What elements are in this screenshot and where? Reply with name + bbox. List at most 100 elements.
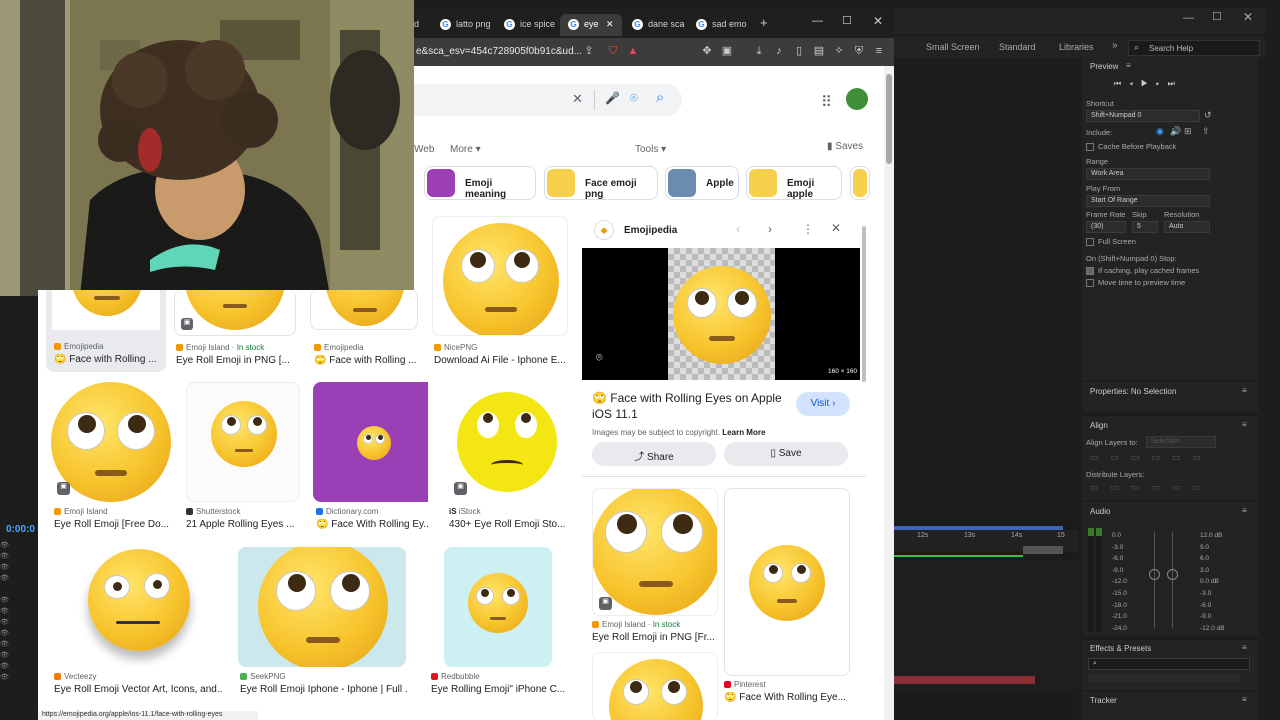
tab-d[interactable]: d	[414, 14, 428, 36]
chip-more[interactable]	[850, 166, 870, 200]
related-image-3[interactable]	[592, 652, 718, 720]
menu-icon[interactable]: ≡	[1242, 420, 1247, 429]
close-icon[interactable]: ✕	[873, 14, 883, 28]
last-frame-icon[interactable]: ⏭	[1168, 79, 1183, 88]
prev-image-icon[interactable]: ‹	[736, 222, 740, 236]
side-panel-scrollbar[interactable]	[862, 226, 866, 382]
result-caption-7[interactable]: 🙄 Face With Rolling Ey...	[316, 519, 428, 530]
include-video-icon[interactable]: ◉	[1156, 126, 1164, 137]
reset-icon[interactable]: ↺	[1204, 110, 1212, 121]
result-image-7[interactable]	[313, 382, 435, 502]
brave-shield-icon[interactable]: ⛉	[606, 44, 620, 58]
result-caption-10[interactable]: Eye Roll Emoji Iphone - Iphone | Full ..…	[240, 684, 408, 695]
leo-icon[interactable]: ✧	[832, 44, 846, 58]
nav-more[interactable]: More ▾	[450, 144, 481, 155]
result-image-2[interactable]: ▣	[174, 290, 296, 336]
result-image-8[interactable]: ▣	[446, 382, 568, 502]
related-image-1[interactable]: ▣	[592, 488, 718, 616]
learn-more-link[interactable]: Learn More	[722, 428, 765, 437]
result-image-4[interactable]	[432, 216, 568, 336]
nav-web[interactable]: Web	[414, 144, 434, 155]
clear-icon[interactable]: ✕	[572, 91, 583, 107]
brave-rewards-icon[interactable]: ▲	[626, 44, 640, 58]
close-icon[interactable]: ✕	[1243, 10, 1253, 24]
maximize-icon[interactable]: ☐	[1212, 10, 1222, 23]
audio-slider-knob-right[interactable]	[1167, 569, 1178, 580]
search-input[interactable]: ✕ 🎤 ⌾ ⌕	[414, 84, 682, 116]
result-caption-8[interactable]: 430+ Eye Roll Emoji Sto...	[449, 519, 569, 530]
chip-apple[interactable]: Apple	[665, 166, 739, 200]
help-search-input[interactable]: ⌕ Search Help	[1128, 40, 1260, 56]
wallet-icon[interactable]: ▤	[812, 44, 826, 58]
chevron-double-icon[interactable]: »	[1112, 40, 1118, 51]
tab-sad-emo[interactable]: Gsad emo	[688, 14, 752, 36]
workspace-tab-libraries[interactable]: Libraries	[1059, 42, 1094, 52]
close-panel-icon[interactable]: ✕	[831, 221, 841, 235]
music-icon[interactable]: ♪	[772, 44, 786, 58]
chip-emoji-apple[interactable]: Emoji apple	[746, 166, 842, 200]
cache-before-playback-checkbox[interactable]: Cache Before Playback	[1086, 142, 1176, 152]
vpn-icon[interactable]: ⛨	[852, 44, 866, 58]
sidebar-icon[interactable]: ▯	[792, 44, 806, 58]
related-image-2[interactable]	[724, 488, 850, 676]
preview-title[interactable]: 🙄 Face with Rolling Eyes on Apple iOS 11…	[592, 390, 782, 422]
related-caption-1[interactable]: Eye Roll Emoji in PNG [Fr...	[592, 632, 718, 643]
voice-search-icon[interactable]: 🎤	[605, 91, 620, 105]
work-area-bar[interactable]	[893, 526, 1063, 530]
if-caching-checkbox[interactable]: If caching, play cached frames	[1086, 266, 1199, 276]
chip-emoji-meaning[interactable]: Emoji meaning	[424, 166, 536, 200]
search-icon[interactable]: ⌕	[656, 89, 664, 106]
result-caption-4[interactable]: Download Ai File - Iphone E...	[434, 355, 568, 366]
next-image-icon[interactable]: ›	[768, 222, 772, 236]
align-to-dropdown[interactable]: Selection	[1146, 436, 1216, 448]
frame-rate-dropdown[interactable]: (30)	[1086, 221, 1126, 233]
skip-dropdown[interactable]: 5	[1132, 221, 1158, 233]
preview-image[interactable]: ⌾ 160 × 160	[582, 248, 860, 380]
layer-bar[interactable]	[893, 676, 1035, 684]
download-icon[interactable]: ⤓	[752, 44, 766, 58]
result-image-11[interactable]	[444, 547, 552, 667]
play-icon[interactable]: ▶	[1141, 79, 1156, 88]
result-caption-3[interactable]: 🙄 Face with Rolling ...	[314, 355, 418, 366]
tab-ice-spice[interactable]: Gice spice	[496, 14, 560, 36]
result-caption-11[interactable]: Eye Rolling Emoji" iPhone C...	[431, 684, 567, 695]
result-caption-6[interactable]: 21 Apple Rolling Eyes ...	[186, 519, 302, 530]
shortcut-dropdown[interactable]: Shift+Numpad 0	[1086, 110, 1200, 122]
result-image-9[interactable]	[60, 547, 216, 667]
workspace-tab-standard[interactable]: Standard	[999, 42, 1036, 52]
screenshot-icon[interactable]: ▣	[720, 44, 734, 58]
timecode[interactable]: 0:00:0	[6, 524, 35, 535]
result-image-3[interactable]	[310, 290, 418, 330]
chip-face-emoji-png[interactable]: Face emoji png	[544, 166, 658, 200]
menu-icon[interactable]: ≡	[872, 44, 886, 58]
page-scrollbar[interactable]	[884, 66, 894, 720]
range-dropdown[interactable]: Work Area	[1086, 168, 1210, 180]
prev-frame-icon[interactable]: ◂	[1129, 79, 1141, 88]
site-name[interactable]: Emojipedia	[624, 225, 677, 236]
audio-slider-left[interactable]	[1154, 532, 1155, 628]
result-caption-1[interactable]: 🙄 Face with Rolling ...	[54, 354, 160, 365]
resolution-dropdown[interactable]: Auto	[1164, 221, 1210, 233]
related-caption-2[interactable]: 🙄 Face With Rolling Eye...	[724, 692, 850, 703]
close-tab-icon[interactable]: ✕	[606, 19, 614, 30]
result-caption-9[interactable]: Eye Roll Emoji Vector Art, Icons, and...	[54, 684, 222, 695]
minimize-icon[interactable]: —	[1183, 12, 1194, 24]
share-icon[interactable]: ⇪	[582, 44, 596, 58]
maximize-icon[interactable]: ☐	[842, 14, 852, 27]
play-from-dropdown[interactable]: Start Of Range	[1086, 195, 1210, 207]
result-image-6[interactable]	[186, 382, 300, 502]
result-image-10[interactable]	[238, 547, 406, 667]
visit-button[interactable]: Visit ›	[796, 392, 850, 416]
audio-slider-knob-left[interactable]	[1149, 569, 1160, 580]
export-icon[interactable]: ⇪	[1202, 126, 1210, 137]
menu-icon[interactable]: ≡	[1242, 506, 1247, 515]
menu-icon[interactable]: ≡	[1242, 695, 1247, 704]
playhead[interactable]	[1023, 546, 1063, 554]
audio-slider-right[interactable]	[1172, 532, 1173, 628]
include-overlay-icon[interactable]: ⊞	[1184, 126, 1192, 137]
scrollbar-thumb[interactable]	[886, 74, 892, 164]
full-screen-checkbox[interactable]: Full Screen	[1086, 237, 1136, 247]
include-audio-icon[interactable]: 🔊	[1170, 126, 1181, 137]
nav-saves[interactable]: ▮ Saves	[827, 141, 863, 152]
tab-dane-sca[interactable]: Gdane sca	[624, 14, 688, 36]
